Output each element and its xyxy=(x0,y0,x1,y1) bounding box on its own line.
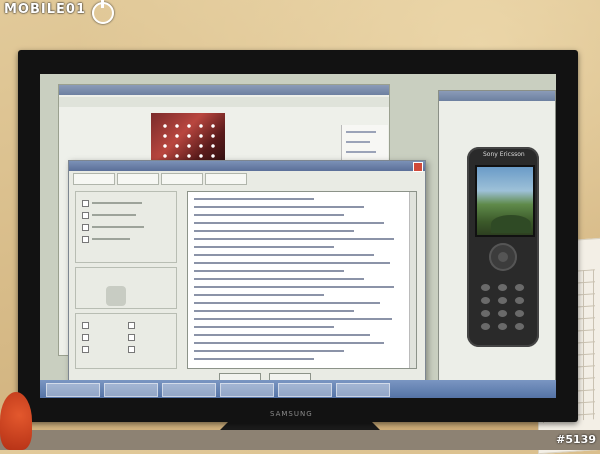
taskbar-button[interactable] xyxy=(104,383,158,397)
close-icon[interactable] xyxy=(413,162,423,172)
phone-emulator: Sony Ericsson xyxy=(467,147,539,347)
phone-screen xyxy=(475,165,535,237)
dialog-tabs xyxy=(73,173,421,185)
phone-keypad[interactable] xyxy=(477,281,529,335)
checkbox[interactable] xyxy=(82,224,89,231)
taskbar-button[interactable] xyxy=(162,383,216,397)
checkbox[interactable] xyxy=(82,212,89,219)
watermark-power-icon xyxy=(92,0,114,24)
taskbar-button[interactable] xyxy=(46,383,100,397)
desk-surface xyxy=(0,430,600,450)
checkbox[interactable] xyxy=(82,346,89,353)
options-panel xyxy=(75,191,179,369)
taskbar-button[interactable] xyxy=(220,383,274,397)
window-titlebar xyxy=(59,85,389,95)
phone-emulator-window: Sony Ericsson xyxy=(438,90,556,382)
checkbox[interactable] xyxy=(128,334,135,341)
phone-brand-label: Sony Ericsson xyxy=(483,151,525,158)
screen-landscape xyxy=(491,215,531,233)
text-scrollbar[interactable] xyxy=(409,192,416,368)
option-group xyxy=(75,191,177,263)
tab-1[interactable] xyxy=(73,173,115,185)
checkbox[interactable] xyxy=(82,200,89,207)
checkbox[interactable] xyxy=(82,334,89,341)
taskbar-button[interactable] xyxy=(336,383,390,397)
thumbnail-pattern xyxy=(159,121,219,161)
monitor-brand-logo: SAMSUNG xyxy=(270,410,313,418)
checkbox[interactable] xyxy=(82,322,89,329)
taskbar xyxy=(40,380,556,398)
tab-3[interactable] xyxy=(161,173,203,185)
checkbox[interactable] xyxy=(82,236,89,243)
photo-number-tag: #5139 xyxy=(556,433,596,446)
log-text-area[interactable] xyxy=(187,191,417,369)
taskbar-button[interactable] xyxy=(278,383,332,397)
monitor-screen: Sony Ericsson xyxy=(40,74,556,398)
watermark-text: MOBILE01 xyxy=(4,2,86,17)
direction-group xyxy=(75,267,177,309)
red-figurine xyxy=(0,392,32,450)
option-group-2 xyxy=(75,313,177,369)
tab-4[interactable] xyxy=(205,173,247,185)
dialog-titlebar xyxy=(69,161,425,171)
phone-center-key[interactable] xyxy=(498,252,508,262)
tab-2[interactable] xyxy=(117,173,159,185)
emulator-titlebar xyxy=(439,91,555,101)
checkbox[interactable] xyxy=(128,346,135,353)
window-toolbar xyxy=(59,97,389,107)
phone-navigation-key[interactable] xyxy=(489,243,517,271)
checkbox[interactable] xyxy=(128,322,135,329)
settings-dialog xyxy=(68,160,426,388)
